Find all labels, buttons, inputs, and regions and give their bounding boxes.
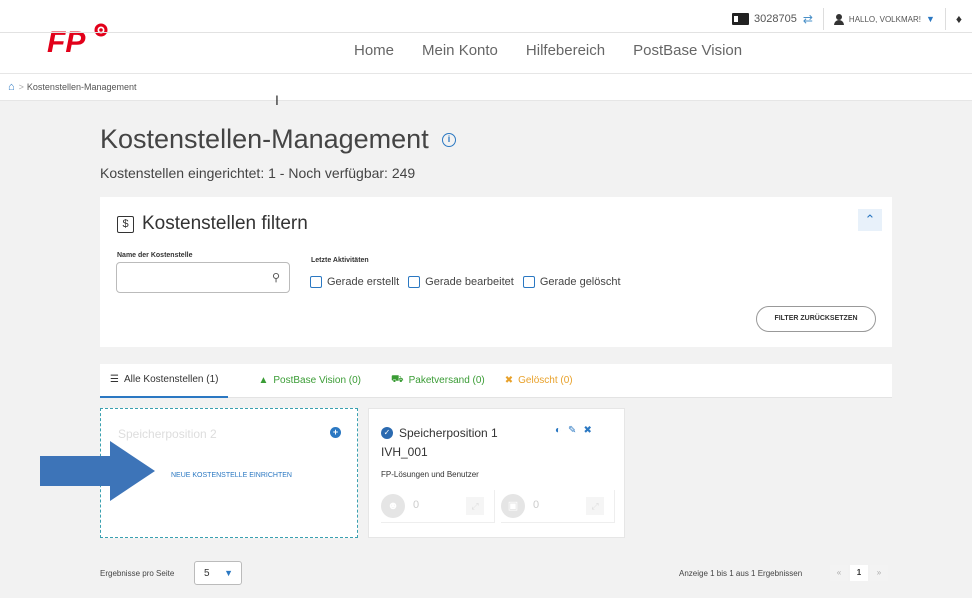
breadcrumb-separator: > xyxy=(18,82,24,92)
checkbox-box[interactable] xyxy=(310,276,322,288)
results-range: Anzeige 1 bis 1 aus 1 Ergebnissen xyxy=(679,569,803,578)
new-card-title: Speicherposition 2 xyxy=(118,427,217,441)
nav-mein-konto[interactable]: Mein Konto xyxy=(422,42,498,59)
checkbox-box[interactable] xyxy=(408,276,421,288)
breadcrumb: ⌂ > Kostenstellen-Management xyxy=(0,73,972,101)
per-page-value: 5 xyxy=(204,567,210,579)
expand-icon[interactable]: ⤢ xyxy=(586,497,604,515)
checkbox-label: Gerade gelöscht xyxy=(539,276,621,288)
page-subtitle: Kostenstellen eingerichtet: 1 - Noch ver… xyxy=(100,165,416,181)
user-icon: ☻ xyxy=(381,494,405,518)
checkbox-label: Gerade erstellt xyxy=(327,276,400,288)
swap-icon[interactable]: ⇄ xyxy=(803,12,813,26)
search-icon[interactable]: ⚲ xyxy=(272,271,280,284)
breadcrumb-current: Kostenstellen-Management xyxy=(26,82,137,92)
reset-filter-button[interactable]: FILTER ZURÜCKSETZEN xyxy=(756,306,876,332)
nav-home[interactable]: Home xyxy=(354,42,394,59)
notifications-button[interactable]: ♦ xyxy=(944,8,972,30)
deleted-icon: ✖ xyxy=(504,375,514,386)
page-title: Kostenstellen-Management xyxy=(100,124,429,154)
bell-icon: ♦ xyxy=(955,12,962,26)
tab-alle-kostenstellen[interactable]: ☰ Alle Kostenstellen (1) xyxy=(100,364,229,398)
user-count: 0 xyxy=(413,499,420,511)
check-circle-icon: ✓ xyxy=(381,427,393,439)
annotation-arrow xyxy=(40,441,155,501)
user-stat: ☻ 0 ⤢ xyxy=(381,490,495,523)
home-icon[interactable]: ⌂ xyxy=(8,81,15,93)
cost-center-subtitle: FP-Lösungen und Benutzer xyxy=(381,470,479,479)
chevron-down-icon: ▼ xyxy=(224,568,233,578)
name-filter-label: Name der Kostenstelle xyxy=(117,252,193,259)
prev-page-button[interactable]: « xyxy=(830,565,848,581)
card-actions: ◐ ✎ ✖ xyxy=(555,425,592,436)
top-bar: 3028705 ⇄ HALLO, VOLKMAR! ▼ ♦ xyxy=(722,8,972,30)
page-1-button[interactable]: 1 xyxy=(850,565,868,581)
user-menu[interactable]: HALLO, VOLKMAR! ▼ xyxy=(822,8,945,30)
main-nav: Home Mein Konto Hilfebereich PostBase Vi… xyxy=(354,42,742,59)
truck-icon: ⛟ xyxy=(391,374,404,385)
cost-center-card: ✓ Speicherposition 1 ◐ ✎ ✖ IVH_001 FP-Lö… xyxy=(368,408,625,538)
edit-icon[interactable]: ✎ xyxy=(568,425,576,436)
activity-checkboxes: Gerade erstellt Gerade bearbeitet Gerade… xyxy=(310,276,630,288)
account-switcher[interactable]: 3028705 ⇄ xyxy=(722,8,823,30)
fp-logo[interactable]: FP xyxy=(47,22,127,58)
tab-label: Gelöscht (0) xyxy=(518,375,573,386)
list-icon: ☰ xyxy=(110,374,119,385)
pagination: « 1 » xyxy=(830,565,888,581)
expand-icon[interactable]: ⤢ xyxy=(466,497,484,515)
delete-icon[interactable]: ✖ xyxy=(583,425,591,436)
cost-center-icon: $ xyxy=(117,215,134,233)
header: FP 3028705 ⇄ HALLO, VOLKMAR! ▼ ♦ Home Me… xyxy=(0,0,972,73)
collapse-button[interactable]: ⌃ xyxy=(858,209,882,231)
account-number: 3028705 xyxy=(754,13,797,25)
tab-label: PostBase Vision (0) xyxy=(273,375,362,386)
text-cursor-icon: I xyxy=(275,92,279,108)
header-divider xyxy=(0,32,972,33)
svg-text:FP: FP xyxy=(47,26,86,58)
nav-postbase-vision[interactable]: PostBase Vision xyxy=(633,42,742,59)
checkbox-gerade-bearbeitet[interactable]: Gerade bearbeitet xyxy=(408,276,514,288)
toggle-icon[interactable]: ◐ xyxy=(555,425,561,436)
user-greeting: HALLO, VOLKMAR! xyxy=(848,14,921,24)
postbase-icon: ▲ xyxy=(258,375,269,386)
name-search-input[interactable]: ⚲ xyxy=(116,262,290,293)
chevron-down-icon: ▼ xyxy=(925,14,935,24)
chevron-up-icon: ⌃ xyxy=(864,212,876,227)
tab-paketversand[interactable]: ⛟ Paketversand (0) xyxy=(381,364,495,398)
info-icon[interactable]: i xyxy=(442,133,456,147)
cost-center-code: IVH_001 xyxy=(381,445,428,459)
cost-center-title: ✓ Speicherposition 1 xyxy=(381,426,498,440)
checkbox-box[interactable] xyxy=(522,276,535,288)
checkbox-gerade-geloescht[interactable]: Gerade gelöscht xyxy=(522,276,621,288)
user-icon xyxy=(833,13,844,25)
plus-icon[interactable]: + xyxy=(330,427,341,438)
tab-label: Alle Kostenstellen (1) xyxy=(123,374,219,385)
tab-label: Paketversand (0) xyxy=(408,375,485,386)
per-page-select[interactable]: 5 ▼ xyxy=(194,561,242,585)
cost-center-title-text: Speicherposition 1 xyxy=(399,426,498,440)
tab-postbase-vision[interactable]: ▲ PostBase Vision (0) xyxy=(248,364,371,398)
id-card-icon xyxy=(732,13,750,25)
device-stat: ▣ 0 ⤢ xyxy=(501,490,615,523)
tabs: ☰ Alle Kostenstellen (1) ▲ PostBase Visi… xyxy=(100,364,892,398)
device-icon: ▣ xyxy=(501,494,525,518)
tab-geloescht[interactable]: ✖ Gelöscht (0) xyxy=(495,364,583,398)
filter-panel: $ Kostenstellen filtern ⌃ Name der Koste… xyxy=(100,197,892,347)
checkbox-gerade-erstellt[interactable]: Gerade erstellt xyxy=(310,276,399,288)
nav-hilfebereich[interactable]: Hilfebereich xyxy=(526,42,605,59)
filter-title-text: Kostenstellen filtern xyxy=(142,213,308,234)
checkbox-label: Gerade bearbeitet xyxy=(425,276,514,288)
next-page-button[interactable]: » xyxy=(870,565,888,581)
activity-filter-label: Letzte Aktivitäten xyxy=(311,257,369,264)
create-cost-center-link[interactable]: NEUE KOSTENSTELLE EINRICHTEN xyxy=(171,472,292,479)
device-count: 0 xyxy=(533,499,540,511)
filter-title: $ Kostenstellen filtern xyxy=(117,213,308,235)
per-page-label: Ergebnisse pro Seite xyxy=(100,569,175,578)
